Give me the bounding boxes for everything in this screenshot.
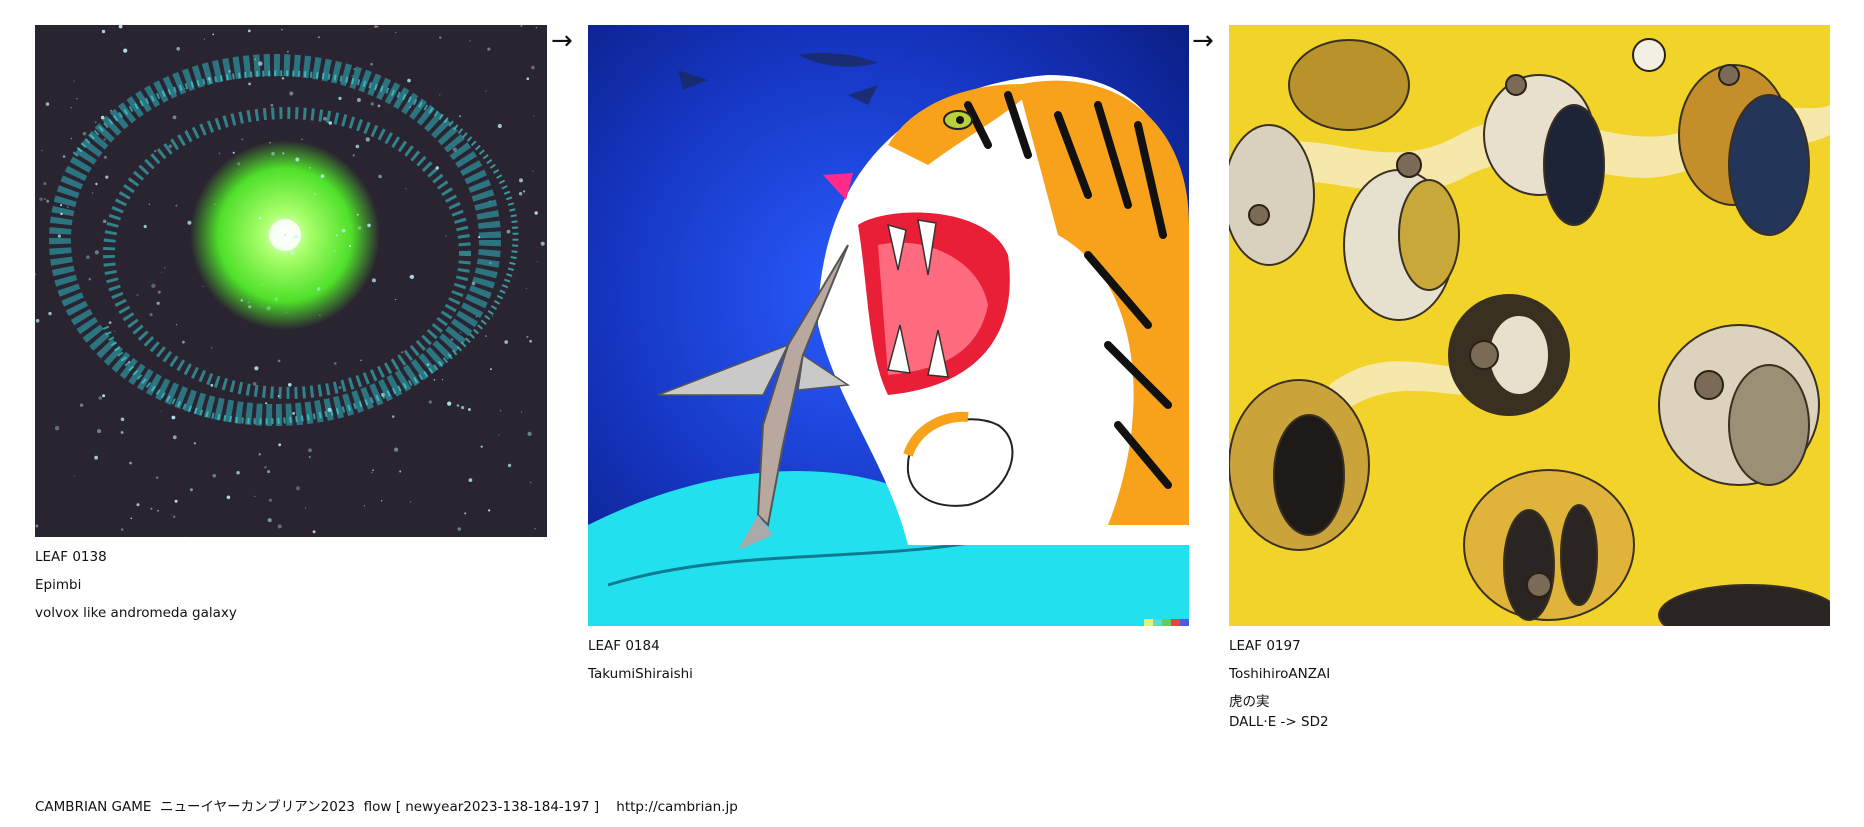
leaf-id: LEAF 0197 <box>1229 638 1301 654</box>
leaf-title: 虎の実 <box>1229 694 1270 710</box>
leaf-id: LEAF 0138 <box>35 549 107 565</box>
leaf-title: volvox like andromeda galaxy <box>35 605 237 621</box>
flow-arrow-icon: → <box>551 26 573 56</box>
footer-flow-info: CAMBRIAN GAME ニューイヤーカンブリアン2023 flow [ ne… <box>35 799 738 815</box>
flow-arrow-icon: → <box>1192 26 1214 56</box>
leaf-author[interactable]: TakumiShiraishi <box>588 666 1189 682</box>
leaf-image-yellow-machines[interactable] <box>1229 25 1830 626</box>
leaf-card-0197: LEAF 0197 ToshihiroANZAI 虎の実 DALL·E -> S… <box>1229 25 1830 742</box>
leaf-author[interactable]: Epimbi <box>35 577 547 593</box>
leaf-card-0138: LEAF 0138 Epimbi volvox like andromeda g… <box>35 25 547 633</box>
leaf-image-galaxy[interactable] <box>35 25 547 537</box>
leaf-note: DALL·E -> SD2 <box>1229 714 1329 730</box>
galaxy-artwork <box>35 25 547 537</box>
leaf-id: LEAF 0184 <box>588 638 660 654</box>
leaf-author[interactable]: ToshihiroANZAI <box>1229 666 1830 682</box>
leaf-card-0184: LEAF 0184 TakumiShiraishi <box>588 25 1189 694</box>
leaf-image-tiger[interactable] <box>588 25 1189 626</box>
tiger-artwork <box>588 25 1189 626</box>
yellow-machines-artwork <box>1229 25 1830 626</box>
